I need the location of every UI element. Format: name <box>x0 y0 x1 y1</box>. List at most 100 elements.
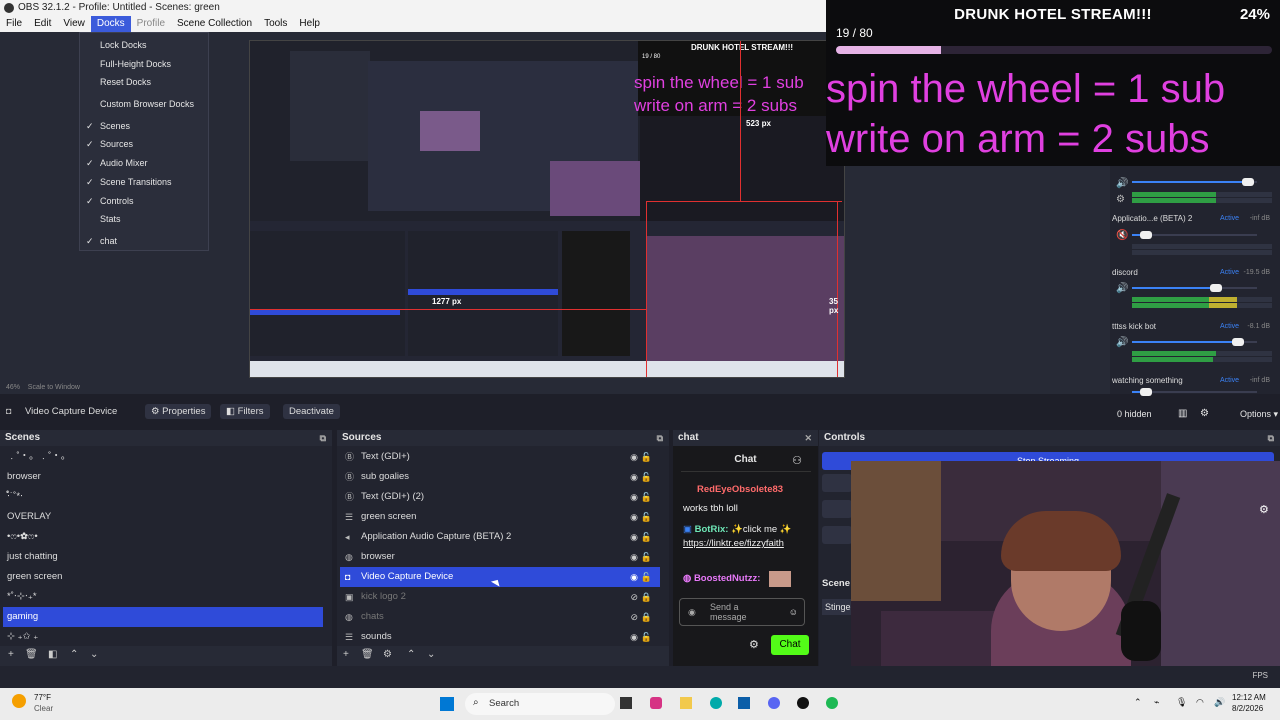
add-icon[interactable]: + <box>8 649 14 660</box>
weather-icon[interactable] <box>12 694 26 708</box>
chat-username[interactable]: RedEyeObsolete83 <box>697 484 783 495</box>
trash-icon[interactable]: 🗑 <box>25 649 38 660</box>
spotify-icon[interactable] <box>826 697 838 709</box>
webcam-projector[interactable]: ⚙ <box>851 461 1280 689</box>
gear-icon[interactable]: ⚙ <box>1259 503 1269 516</box>
eye-icon[interactable]: ◉ <box>630 507 638 527</box>
menu-view[interactable]: View <box>57 16 91 32</box>
lock-icon[interactable]: 🔓 <box>641 507 652 527</box>
volume-icon[interactable]: 🔊 <box>1214 697 1225 708</box>
scene-item[interactable]: just chatting <box>3 547 323 567</box>
scene-item[interactable]: ‧̍̊˙˚*‧ <box>3 487 323 507</box>
popout-icon[interactable]: ⧉ <box>1268 430 1274 446</box>
filters-button[interactable]: ◧ Filters <box>220 404 270 419</box>
taskbar-search[interactable]: ⌕ Search <box>465 693 615 715</box>
filter-icon[interactable]: ◧ <box>48 649 57 660</box>
volume-slider[interactable] <box>1132 178 1257 186</box>
emoji-icon[interactable]: ☺ <box>789 607 798 617</box>
menuitem-controls[interactable]: ✓ Controls <box>80 192 208 211</box>
source-item[interactable]: Ⓑ Text (GDI+) (2) ◉ 🔓 <box>340 487 660 507</box>
controls-button[interactable] <box>822 474 852 492</box>
volume-slider[interactable] <box>1132 388 1257 396</box>
zoom-level[interactable]: 46% Scale to Window <box>6 384 80 391</box>
add-icon[interactable]: + <box>343 649 349 660</box>
edge-icon[interactable] <box>710 697 722 709</box>
chat-username[interactable]: ◍ BoostedNutzz: <box>683 573 760 584</box>
lock-icon[interactable]: 🔓 <box>641 467 652 487</box>
chevron-up-icon[interactable]: ⌃ <box>1134 697 1142 708</box>
speaker-icon[interactable]: 🔊 <box>1116 178 1128 189</box>
trash-icon[interactable]: 🗑 <box>361 649 374 660</box>
scene-item[interactable]: OVERLAY <box>3 507 323 527</box>
source-item[interactable]: ◂ Application Audio Capture (BETA) 2 ◉ 🔓 <box>340 527 660 547</box>
menu-file[interactable]: File <box>0 16 28 32</box>
scene-item[interactable]: *˚‧⊹‧₊* <box>3 587 323 607</box>
menuitem-chat[interactable]: ✓ chat <box>80 232 208 251</box>
popout-icon[interactable]: ⧉ <box>657 430 663 446</box>
lock-icon[interactable]: 🔓 <box>641 567 652 587</box>
transition-select[interactable]: Stinge <box>822 599 852 615</box>
windows-start-icon[interactable] <box>440 697 454 711</box>
copilot-icon[interactable] <box>650 697 662 709</box>
source-item[interactable]: ◍ chats ⊘ 🔒 <box>340 607 660 627</box>
gear-icon[interactable]: ⚙ <box>1200 408 1209 419</box>
program-preview[interactable]: DRUNK HOTEL STREAM!!! 19 / 80 spin the w… <box>249 40 845 378</box>
eye-icon[interactable]: ◉ <box>630 547 638 567</box>
volume-slider[interactable] <box>1132 284 1257 292</box>
controls-button[interactable] <box>822 500 852 518</box>
lock-icon[interactable]: 🔒 <box>641 607 652 627</box>
scene-item[interactable]: ﹒˚‧。﹒˚‧。 <box>3 447 323 467</box>
eye-icon[interactable]: ◉ <box>630 627 638 643</box>
menuitem-full-height-docks[interactable]: Full-Height Docks <box>80 55 208 74</box>
eye-hidden-icon[interactable]: ⊘ <box>630 587 638 607</box>
source-item[interactable]: Ⓑ Text (GDI+) ◉ 🔓 <box>340 447 660 467</box>
discord-icon[interactable] <box>768 697 780 709</box>
users-icon[interactable]: ⚇ <box>792 454 802 467</box>
source-item[interactable]: ☰ green screen ◉ 🔓 <box>340 507 660 527</box>
eye-icon[interactable]: ◉ <box>630 447 638 467</box>
wifi-icon[interactable]: ◠ <box>1196 697 1204 708</box>
menuitem-custom-browser-docks[interactable]: Custom Browser Docks <box>80 95 208 114</box>
store-icon[interactable] <box>738 697 750 709</box>
move-down-icon[interactable]: ⌄ <box>90 649 98 660</box>
menu-help[interactable]: Help <box>293 16 326 32</box>
options-button[interactable]: Options ▾ <box>1240 409 1278 420</box>
layout-icon[interactable]: ▥ <box>1178 408 1187 419</box>
menuitem-stats[interactable]: Stats <box>80 210 208 229</box>
move-up-icon[interactable]: ⌃ <box>407 649 415 660</box>
lock-icon[interactable]: 🔓 <box>641 527 652 547</box>
popout-icon[interactable]: ⧉ <box>320 430 326 446</box>
lock-icon[interactable]: 🔓 <box>641 627 652 643</box>
speaker-icon[interactable]: 🔊 <box>1116 337 1128 348</box>
source-item[interactable]: ◍ browser ◉ 🔓 <box>340 547 660 567</box>
menuitem-reset-docks[interactable]: Reset Docks <box>80 73 208 92</box>
gear-icon[interactable]: ⚙ <box>1116 194 1125 205</box>
eye-icon[interactable]: ◉ <box>630 567 638 587</box>
menu-scene-collection[interactable]: Scene Collection <box>171 16 258 32</box>
chat-input[interactable]: ◉ Send a message ☺ <box>679 598 805 626</box>
controls-button[interactable] <box>822 526 852 544</box>
mic-icon[interactable]: 🎙 <box>1176 697 1187 708</box>
eye-icon[interactable]: ◉ <box>630 467 638 487</box>
menu-profile[interactable]: Profile <box>131 16 171 32</box>
eye-hidden-icon[interactable]: ⊘ <box>630 607 638 627</box>
scene-item[interactable]: green screen <box>3 567 323 587</box>
lock-icon[interactable]: 🔒 <box>641 587 652 607</box>
menuitem-lock-docks[interactable]: Lock Docks <box>80 36 208 55</box>
scene-item[interactable]: •ෆ•✿ෆ• <box>3 527 323 547</box>
volume-slider[interactable] <box>1132 231 1257 239</box>
menuitem-scene-transitions[interactable]: ✓ Scene Transitions <box>80 173 208 192</box>
chat-link[interactable]: https://linktr.ee/fizzyfaith <box>683 538 784 549</box>
file-explorer-icon[interactable] <box>680 697 692 709</box>
scene-item[interactable]: browser <box>3 467 323 487</box>
task-view-icon[interactable] <box>620 697 632 709</box>
eye-icon[interactable]: ◉ <box>630 527 638 547</box>
gear-icon[interactable]: ⚙ <box>383 649 392 660</box>
deactivate-button[interactable]: Deactivate <box>283 404 340 419</box>
menuitem-sources[interactable]: ✓ Sources <box>80 135 208 154</box>
eye-icon[interactable]: ◉ <box>630 487 638 507</box>
close-icon[interactable]: ✕ <box>804 430 812 446</box>
network-icon[interactable]: ⌁ <box>1154 697 1159 708</box>
gear-icon[interactable]: ⚙ <box>749 638 759 651</box>
lock-icon[interactable]: 🔓 <box>641 547 652 567</box>
